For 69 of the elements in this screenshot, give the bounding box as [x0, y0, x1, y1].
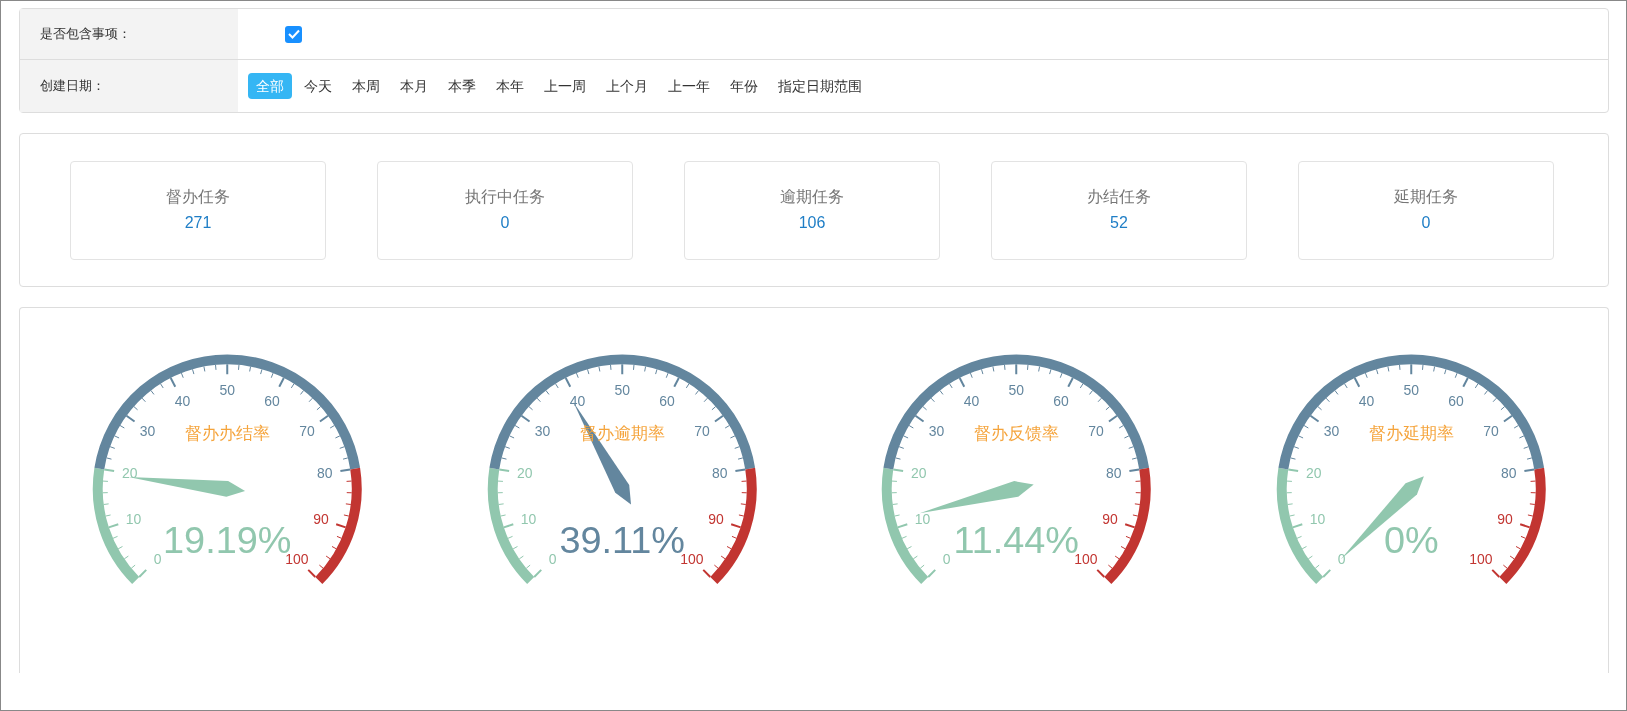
checkbox[interactable]	[285, 25, 302, 43]
scale-label: 60	[264, 393, 280, 409]
stat-value: 0	[1421, 213, 1431, 233]
date-option[interactable]: 本月	[392, 73, 436, 99]
scale-label: 90	[1102, 511, 1118, 528]
scale-label: 0	[153, 550, 162, 567]
stat-value: 271	[184, 213, 212, 233]
gauge-value: 0%	[1383, 518, 1439, 561]
stat-label: 执行中任务	[465, 187, 545, 207]
scale-label: 70	[299, 422, 315, 439]
scale-label: 80	[1105, 465, 1122, 482]
date-option[interactable]: 本季	[440, 73, 484, 99]
stat-label: 办结任务	[1087, 187, 1151, 207]
stat-label: 延期任务	[1394, 187, 1458, 207]
stat-value: 52	[1110, 213, 1128, 233]
date-option[interactable]: 本周	[344, 73, 388, 99]
date-option[interactable]: 指定日期范围	[770, 73, 870, 99]
scale-label: 10	[520, 511, 536, 528]
stat-value: 106	[798, 213, 826, 233]
scale-label: 80	[711, 465, 727, 482]
stat-value: 0	[500, 213, 510, 233]
scale-label: 50	[614, 382, 630, 399]
scale-label: 20	[911, 465, 927, 482]
scale-label: 50	[219, 382, 235, 399]
date-option[interactable]: 上个月	[598, 73, 656, 99]
scale-label: 30	[928, 422, 945, 439]
scale-label: 70	[693, 422, 710, 439]
scale-label: 70	[1088, 422, 1104, 439]
gauge-title: 督办反馈率	[973, 423, 1059, 444]
scale-label: 70	[1482, 422, 1499, 439]
scale-label: 90	[1496, 511, 1513, 528]
scale-label: 20	[1305, 465, 1322, 482]
scale-label: 60	[658, 393, 675, 409]
filter-label: 创建日期：	[40, 77, 105, 96]
scale-label: 90	[707, 511, 724, 528]
gauge-title: 督办办结率	[184, 423, 270, 444]
scale-label: 10	[914, 511, 931, 528]
scale-label: 30	[139, 422, 156, 439]
scale-label: 30	[534, 422, 550, 439]
date-option[interactable]: 年份	[722, 73, 766, 99]
scale-label: 90	[313, 511, 329, 528]
filter-label: 是否包含事项：	[40, 25, 131, 44]
date-option[interactable]: 今天	[296, 73, 340, 99]
scale-label: 0	[942, 550, 951, 567]
scale-label: 100	[1468, 550, 1493, 567]
scale-label: 60	[1447, 393, 1464, 409]
scale-label: 50	[1008, 382, 1024, 399]
scale-label: 30	[1323, 422, 1339, 439]
scale-label: 10	[125, 511, 142, 528]
scale-label: 20	[516, 465, 533, 482]
date-option[interactable]: 上一周	[536, 73, 594, 99]
scale-label: 10	[1309, 511, 1325, 528]
scale-label: 40	[174, 393, 191, 409]
scale-label: 50	[1403, 382, 1419, 399]
scale-label: 40	[1358, 393, 1374, 409]
scale-label: 0	[1337, 550, 1345, 567]
scale-label: 80	[316, 465, 333, 482]
stat-label: 督办任务	[166, 187, 230, 207]
check-icon	[287, 29, 300, 39]
date-option[interactable]: 上一年	[660, 73, 718, 99]
scale-label: 40	[963, 393, 980, 409]
stat-label: 逾期任务	[780, 187, 844, 207]
date-option[interactable]: 本年	[488, 73, 532, 99]
scale-label: 60	[1053, 393, 1069, 409]
gauge-title: 督办延期率	[1368, 423, 1454, 444]
scale-label: 20	[122, 465, 138, 482]
scale-label: 80	[1500, 465, 1516, 482]
scale-label: 0	[548, 550, 556, 567]
scale-label: 40	[569, 393, 585, 409]
